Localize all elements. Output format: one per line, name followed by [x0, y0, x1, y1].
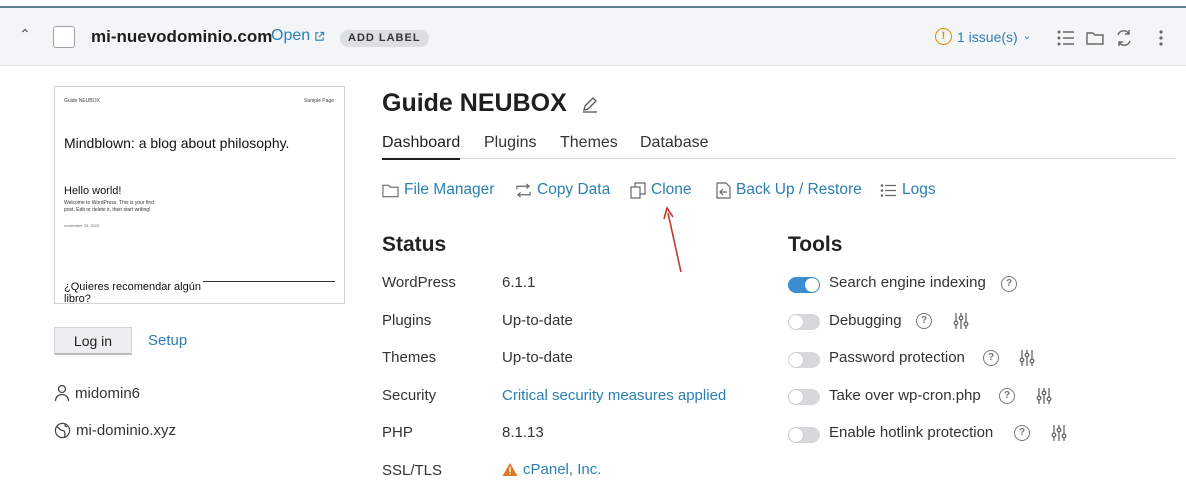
copy-arrows-icon — [516, 182, 531, 198]
tab-database[interactable]: Database — [640, 134, 709, 158]
help-icon[interactable]: ? — [1014, 425, 1030, 441]
ssl-issuer-label: cPanel, Inc. — [523, 461, 602, 478]
settings-sliders-icon[interactable] — [1050, 424, 1068, 442]
site-title: Guide NEUBOX — [382, 89, 599, 118]
status-value-plugins: Up-to-date — [502, 312, 573, 329]
status-label-php: PHP — [382, 424, 413, 441]
tab-dashboard[interactable]: Dashboard — [382, 134, 461, 160]
site-domain-title: mi-nuevodominio.com — [91, 27, 273, 46]
help-icon[interactable]: ? — [1001, 276, 1017, 292]
preview-tagline: Mindblown: a blog about philosophy. — [64, 135, 290, 151]
preview-sample-page: Sample Page — [303, 98, 334, 104]
pencil-edit-icon[interactable] — [581, 95, 599, 113]
logs-action[interactable]: Logs — [880, 181, 936, 199]
status-label-themes: Themes — [382, 349, 437, 366]
help-icon[interactable]: ? — [916, 313, 932, 329]
preview-question: ¿Quieres recomendar algún libro? — [64, 281, 201, 304]
status-label-wordpress: WordPress — [382, 274, 456, 291]
debugging-toggle[interactable] — [788, 314, 820, 330]
backup-restore-action[interactable]: Back Up / Restore — [716, 181, 862, 199]
site-preview-thumbnail[interactable]: Guide NEUBOX Sample Page Mindblown: a bl… — [54, 86, 345, 304]
warning-circle-icon: ! — [935, 28, 952, 45]
globe-icon — [54, 422, 71, 439]
debugging-label: Debugging — [829, 312, 902, 329]
hotlink-protection-toggle[interactable] — [788, 427, 820, 443]
clone-label: Clone — [651, 181, 692, 198]
preview-post-body: Welcome to WordPress. This is your first… — [64, 200, 155, 213]
help-icon[interactable]: ? — [983, 350, 999, 366]
settings-sliders-icon[interactable] — [1035, 387, 1053, 405]
site-tabs: Dashboard Plugins Themes Database — [382, 133, 1176, 160]
status-label-security: Security — [382, 387, 437, 404]
folder-icon[interactable] — [1085, 28, 1105, 48]
status-value-ssl[interactable]: cPanel, Inc. — [502, 461, 601, 478]
search-indexing-label: Search engine indexing — [829, 274, 986, 291]
list-view-icon[interactable] — [1056, 28, 1076, 48]
issues-count-label: 1 issue(s) — [957, 28, 1018, 45]
site-domain-row: mi-dominio.xyz — [54, 422, 176, 439]
site-domain-value: mi-dominio.xyz — [76, 422, 177, 439]
folder-icon — [382, 184, 399, 197]
preview-site-name: Guide NEUBOX — [64, 98, 100, 104]
status-value-wordpress: 6.1.1 — [502, 274, 536, 291]
preview-post-title: Hello world! — [64, 185, 122, 197]
collapse-chevron-icon[interactable]: ⌃ — [17, 26, 33, 42]
issues-dropdown[interactable]: ! 1 issue(s) ⌄ — [935, 28, 1031, 45]
external-link-icon — [315, 31, 325, 41]
open-site-link[interactable]: Open — [271, 27, 325, 45]
copy-data-action[interactable]: Copy Data — [515, 181, 610, 199]
logs-label: Logs — [902, 181, 936, 198]
status-label-plugins: Plugins — [382, 312, 432, 329]
password-protection-toggle[interactable] — [788, 352, 820, 368]
site-select-checkbox[interactable] — [53, 26, 75, 48]
status-label-ssl: SSL/TLS — [382, 462, 443, 479]
settings-sliders-icon[interactable] — [952, 312, 970, 330]
status-value-security[interactable]: Critical security measures applied — [502, 387, 726, 404]
search-indexing-toggle[interactable] — [788, 277, 820, 293]
preview-post-date: noviembre 25, 2022 — [64, 223, 100, 228]
site-user-row: midomin6 — [54, 384, 140, 402]
file-manager-label: File Manager — [404, 181, 495, 198]
clone-action[interactable]: Clone — [630, 181, 692, 199]
tools-heading: Tools — [788, 233, 843, 256]
status-heading: Status — [382, 233, 447, 256]
site-title-text: Guide NEUBOX — [382, 89, 567, 117]
preview-divider — [203, 281, 335, 282]
tab-plugins[interactable]: Plugins — [484, 134, 536, 158]
password-protection-label: Password protection — [829, 349, 965, 366]
status-value-php: 8.1.13 — [502, 424, 544, 441]
list-icon — [880, 183, 896, 197]
wp-cron-toggle[interactable] — [788, 389, 820, 405]
clone-icon — [630, 181, 646, 199]
open-site-label: Open — [271, 27, 311, 44]
wp-cron-label: Take over wp-cron.php — [829, 387, 981, 404]
login-button[interactable]: Log in — [54, 327, 132, 355]
status-value-themes: Up-to-date — [502, 349, 573, 366]
user-icon — [54, 384, 70, 402]
refresh-icon[interactable] — [1114, 28, 1134, 48]
tab-themes[interactable]: Themes — [560, 134, 618, 158]
more-options-icon[interactable] — [1151, 28, 1171, 48]
file-manager-action[interactable]: File Manager — [382, 181, 494, 199]
site-header-bar: ⌃ mi-nuevodominio.com Open ADD LABEL ! 1… — [0, 8, 1186, 66]
copy-data-label: Copy Data — [537, 181, 611, 198]
annotation-arrow — [663, 206, 682, 273]
chevron-down-icon: ⌄ — [1022, 31, 1032, 42]
help-icon[interactable]: ? — [999, 388, 1015, 404]
settings-sliders-icon[interactable] — [1018, 349, 1036, 367]
backup-restore-label: Back Up / Restore — [736, 181, 862, 198]
hotlink-protection-label: Enable hotlink protection — [829, 424, 994, 441]
warning-triangle-icon — [502, 463, 518, 476]
add-label-button[interactable]: ADD LABEL — [340, 30, 429, 47]
setup-link[interactable]: Setup — [148, 332, 187, 349]
site-user-name: midomin6 — [75, 384, 141, 402]
backup-icon — [716, 181, 731, 199]
